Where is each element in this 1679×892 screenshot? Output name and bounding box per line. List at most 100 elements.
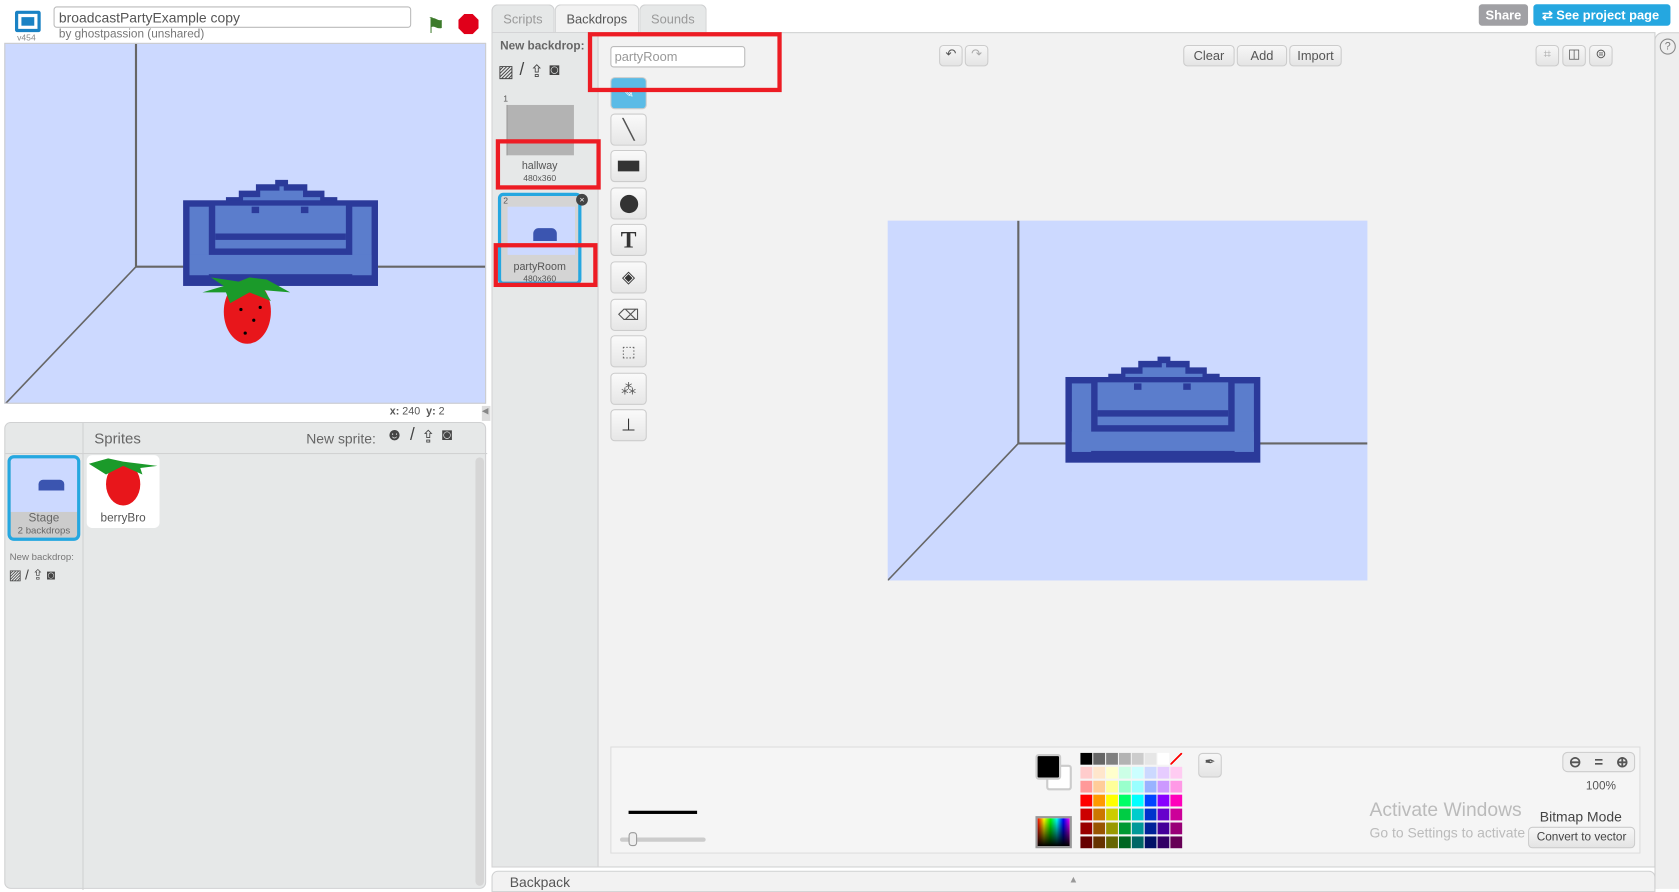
tab-scripts[interactable]: Scripts	[491, 4, 555, 34]
color-swatch[interactable]	[1131, 794, 1144, 807]
color-swatch[interactable]	[1080, 794, 1093, 807]
color-swatch[interactable]	[1093, 808, 1106, 821]
text-icon[interactable]: T	[610, 223, 647, 256]
fullscreen-icon[interactable]	[14, 10, 41, 33]
color-swatch[interactable]	[1106, 752, 1118, 765]
upload-icon[interactable]: ⇪	[421, 426, 435, 447]
redo-button[interactable]: ↷	[964, 44, 989, 67]
color-swatch[interactable]	[1157, 766, 1170, 779]
select-icon[interactable]: ⬚	[610, 335, 647, 368]
color-swatch[interactable]	[1157, 780, 1170, 793]
color-swatch[interactable]	[1131, 766, 1144, 779]
color-swatch[interactable]	[1080, 808, 1093, 821]
help-icon[interactable]: ?	[1659, 38, 1676, 55]
color-swatch[interactable]	[1170, 822, 1183, 835]
primary-color-swatch[interactable]	[1035, 753, 1062, 780]
color-swatch[interactable]	[1118, 766, 1131, 779]
color-swatch[interactable]	[1080, 752, 1093, 765]
brush-size-slider[interactable]	[619, 832, 706, 847]
color-swatch[interactable]	[1118, 836, 1131, 849]
color-swatch[interactable]	[1131, 822, 1144, 835]
color-swatch[interactable]	[1131, 836, 1144, 849]
color-swatch[interactable]	[1144, 808, 1157, 821]
undo-button[interactable]: ↶	[939, 44, 963, 67]
color-swatch[interactable]	[1170, 766, 1183, 779]
transparent-color-swatch[interactable]	[1170, 752, 1183, 765]
see-project-page-button[interactable]: ⇄ See project page	[1533, 4, 1671, 26]
collapse-stage-handle[interactable]: ◀	[481, 405, 491, 421]
paint-canvas[interactable]	[887, 220, 1368, 581]
tab-backdrops[interactable]: Backdrops	[554, 4, 639, 35]
fill-icon[interactable]: ◈	[610, 261, 647, 294]
zoom-in-icon[interactable]: ⊕	[1610, 753, 1634, 771]
color-swatch[interactable]	[1144, 794, 1157, 807]
color-swatch[interactable]	[1106, 822, 1118, 835]
color-swatch[interactable]	[1157, 808, 1170, 821]
color-swatch[interactable]	[1093, 822, 1106, 835]
sprites-scrollbar[interactable]	[475, 457, 485, 886]
stage[interactable]	[4, 42, 487, 404]
color-swatch[interactable]	[1118, 794, 1131, 807]
color-swatch[interactable]	[1144, 836, 1157, 849]
color-swatch[interactable]	[1157, 794, 1170, 807]
convert-to-vector-button[interactable]: Convert to vector	[1528, 826, 1636, 849]
share-button[interactable]: Share	[1478, 4, 1529, 26]
color-swatch[interactable]	[1131, 752, 1144, 765]
color-swatch[interactable]	[1093, 766, 1106, 779]
camera-icon[interactable]: ◙	[549, 61, 559, 82]
color-swatch[interactable]	[1106, 766, 1118, 779]
upload-icon[interactable]: ⇪	[530, 61, 544, 82]
sprite-library-icon[interactable]: ☻	[385, 426, 403, 447]
color-swatch[interactable]	[1144, 822, 1157, 835]
color-swatch[interactable]	[1093, 794, 1106, 807]
camera-icon[interactable]: ◙	[47, 567, 55, 584]
color-swatch[interactable]	[1170, 836, 1183, 849]
color-swatch[interactable]	[1131, 808, 1144, 821]
line-icon[interactable]: ╲	[610, 113, 647, 146]
stamp-icon[interactable]: ⊥	[610, 409, 647, 442]
color-swatch[interactable]	[1170, 808, 1183, 821]
color-swatch[interactable]	[1118, 752, 1131, 765]
color-swatch[interactable]	[1144, 766, 1157, 779]
stage-thumbnail[interactable]: Stage 2 backdrops	[7, 455, 81, 541]
crop-icon[interactable]: ⌗	[1535, 44, 1560, 67]
eyedropper-icon[interactable]: ✒	[1198, 752, 1222, 778]
paint-brush-icon[interactable]: /	[410, 426, 415, 447]
zoom-reset-icon[interactable]: =	[1587, 753, 1611, 771]
zoom-out-icon[interactable]: ⊖	[1563, 753, 1587, 771]
add-button[interactable]: Add	[1236, 44, 1288, 67]
color-swatch[interactable]	[1080, 822, 1093, 835]
color-picker-spectrum[interactable]	[1035, 816, 1072, 849]
color-swatch[interactable]	[1118, 780, 1131, 793]
color-swatch[interactable]	[1131, 780, 1144, 793]
import-button[interactable]: Import	[1289, 44, 1342, 67]
clear-button[interactable]: Clear	[1183, 44, 1235, 67]
stop-icon[interactable]	[458, 13, 479, 35]
color-swatch[interactable]	[1157, 822, 1170, 835]
green-flag-icon[interactable]: ⚑	[426, 13, 445, 40]
color-swatch[interactable]	[1093, 780, 1106, 793]
backdrop-library-icon[interactable]: ▨	[498, 61, 514, 82]
ellipse-icon[interactable]	[610, 187, 647, 220]
color-swatch[interactable]	[1106, 794, 1118, 807]
color-swatch[interactable]	[1093, 752, 1106, 765]
project-title-input[interactable]	[53, 6, 412, 28]
color-swatch[interactable]	[1118, 808, 1131, 821]
eraser-icon[interactable]: ⌫	[610, 298, 647, 331]
tab-sounds[interactable]: Sounds	[639, 4, 707, 34]
color-swatch[interactable]	[1106, 836, 1118, 849]
paint-brush-icon[interactable]: /	[25, 567, 29, 584]
color-swatch[interactable]	[1118, 822, 1131, 835]
flip-vertical-icon[interactable]: ⊜	[1589, 44, 1613, 67]
color-swatch[interactable]	[1144, 780, 1157, 793]
rectangle-icon[interactable]	[610, 149, 647, 183]
color-swatch[interactable]	[1093, 836, 1106, 849]
magic-select-icon[interactable]: ⁂	[610, 372, 647, 405]
sprite-tile[interactable]: berryBro	[86, 455, 160, 529]
color-swatch[interactable]	[1170, 794, 1183, 807]
color-swatch[interactable]	[1080, 766, 1093, 779]
color-swatch[interactable]	[1144, 752, 1157, 765]
color-swatch[interactable]	[1157, 836, 1170, 849]
color-swatch[interactable]	[1080, 836, 1093, 849]
color-swatch[interactable]	[1157, 752, 1170, 765]
